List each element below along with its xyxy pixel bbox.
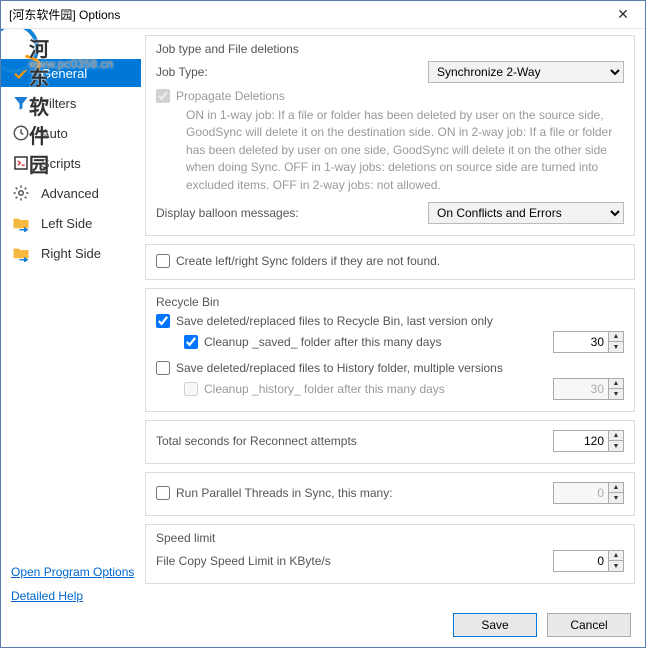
cleanup-history-label: Cleanup _history_ folder after this many… — [204, 382, 445, 396]
cleanup-saved-spinner[interactable]: ▲▼ — [553, 331, 624, 353]
group-title: Recycle Bin — [156, 295, 624, 309]
display-label: Display balloon messages: — [156, 206, 299, 220]
folder-right-icon — [11, 243, 31, 263]
spin-up-icon: ▲ — [609, 483, 623, 493]
spin-down-icon[interactable]: ▼ — [609, 440, 623, 451]
propagate-label: Propagate Deletions — [176, 89, 285, 103]
speed-spinner[interactable]: ▲▼ — [553, 550, 624, 572]
open-program-options-link[interactable]: Open Program Options — [11, 565, 134, 579]
jobtype-select[interactable]: Synchronize 2-Way — [428, 61, 624, 83]
save-button[interactable]: Save — [453, 613, 537, 637]
cancel-button[interactable]: Cancel — [547, 613, 631, 637]
funnel-icon — [11, 93, 31, 113]
jobtype-label: Job Type: — [156, 65, 208, 79]
footer-links: Open Program Options Detailed Help — [11, 565, 134, 603]
spin-up-icon[interactable]: ▲ — [609, 431, 623, 441]
group-speed: Speed limit File Copy Speed Limit in KBy… — [145, 524, 635, 584]
group-title: Job type and File deletions — [156, 42, 624, 56]
spin-down-icon: ▼ — [609, 388, 623, 399]
options-window: [河东软件园] Options ✕ 河东软件园 www.pc0359.cn Ge… — [0, 0, 646, 648]
group-reconnect: Total seconds for Reconnect attempts ▲▼ — [145, 420, 635, 464]
spin-up-icon[interactable]: ▲ — [609, 551, 623, 561]
cleanup-saved-label: Cleanup _saved_ folder after this many d… — [204, 335, 441, 349]
sidebar-item-label: Left Side — [41, 216, 92, 231]
sidebar-item-scripts[interactable]: Scripts — [1, 149, 141, 177]
propagate-checkbox — [156, 89, 170, 103]
spin-up-icon: ▲ — [609, 379, 623, 389]
spin-down-icon: ▼ — [609, 492, 623, 503]
sidebar-item-rightside[interactable]: Right Side — [1, 239, 141, 267]
history-save-checkbox[interactable] — [156, 361, 170, 375]
folder-left-icon — [11, 213, 31, 233]
propagate-desc: ON in 1-way job: If a file or folder has… — [186, 107, 624, 194]
recycle-save-label: Save deleted/replaced files to Recycle B… — [176, 314, 493, 328]
sidebar-item-label: Auto — [41, 126, 68, 141]
spin-down-icon[interactable]: ▼ — [609, 560, 623, 571]
speed-input[interactable] — [554, 551, 608, 571]
check-icon — [11, 63, 31, 83]
display-select[interactable]: On Conflicts and Errors — [428, 202, 624, 224]
sidebar-item-label: Filters — [41, 96, 76, 111]
window-title: [河东软件园] Options — [9, 6, 120, 23]
script-icon — [11, 153, 31, 173]
sidebar-item-auto[interactable]: Auto — [1, 119, 141, 147]
createfolders-checkbox[interactable] — [156, 254, 170, 268]
reconnect-label: Total seconds for Reconnect attempts — [156, 434, 357, 448]
detailed-help-link[interactable]: Detailed Help — [11, 589, 134, 603]
sidebar-item-general[interactable]: General — [1, 59, 141, 87]
clock-icon — [11, 123, 31, 143]
recycle-save-checkbox[interactable] — [156, 314, 170, 328]
group-recyclebin: Recycle Bin Save deleted/replaced files … — [145, 288, 635, 412]
speed-label: File Copy Speed Limit in KByte/s — [156, 554, 331, 568]
reconnect-input[interactable] — [554, 431, 608, 451]
sidebar-item-label: Right Side — [41, 246, 101, 261]
gear-icon — [11, 183, 31, 203]
button-bar: Save Cancel — [453, 613, 631, 637]
reconnect-spinner[interactable]: ▲▼ — [553, 430, 624, 452]
cleanup-saved-checkbox[interactable] — [184, 335, 198, 349]
group-parallel: Run Parallel Threads in Sync, this many:… — [145, 472, 635, 516]
content-pane: Job type and File deletions Job Type: Sy… — [141, 29, 645, 647]
titlebar: [河东软件园] Options ✕ — [1, 1, 645, 29]
group-title: Speed limit — [156, 531, 624, 545]
cleanup-history-spinner: ▲▼ — [553, 378, 624, 400]
close-button[interactable]: ✕ — [601, 1, 645, 29]
sidebar-item-advanced[interactable]: Advanced — [1, 179, 141, 207]
group-createfolders: Create left/right Sync folders if they a… — [145, 244, 635, 280]
sidebar: General Filters Auto Scripts — [1, 29, 141, 647]
cleanup-history-checkbox — [184, 382, 198, 396]
close-icon: ✕ — [617, 6, 629, 23]
sidebar-item-filters[interactable]: Filters — [1, 89, 141, 117]
sidebar-item-label: Scripts — [41, 156, 81, 171]
spin-down-icon[interactable]: ▼ — [609, 341, 623, 352]
parallel-checkbox[interactable] — [156, 486, 170, 500]
parallel-spinner: ▲▼ — [553, 482, 624, 504]
parallel-input — [554, 483, 608, 503]
sidebar-item-label: General — [41, 66, 87, 81]
window-body: 河东软件园 www.pc0359.cn General Filters — [1, 29, 645, 647]
spin-up-icon[interactable]: ▲ — [609, 332, 623, 342]
sidebar-item-leftside[interactable]: Left Side — [1, 209, 141, 237]
cleanup-saved-input[interactable] — [554, 332, 608, 352]
createfolders-label: Create left/right Sync folders if they a… — [176, 254, 440, 268]
cleanup-history-input — [554, 379, 608, 399]
parallel-label: Run Parallel Threads in Sync, this many: — [176, 486, 393, 500]
group-jobtype: Job type and File deletions Job Type: Sy… — [145, 35, 635, 236]
sidebar-item-label: Advanced — [41, 186, 99, 201]
history-save-label: Save deleted/replaced files to History f… — [176, 361, 503, 375]
